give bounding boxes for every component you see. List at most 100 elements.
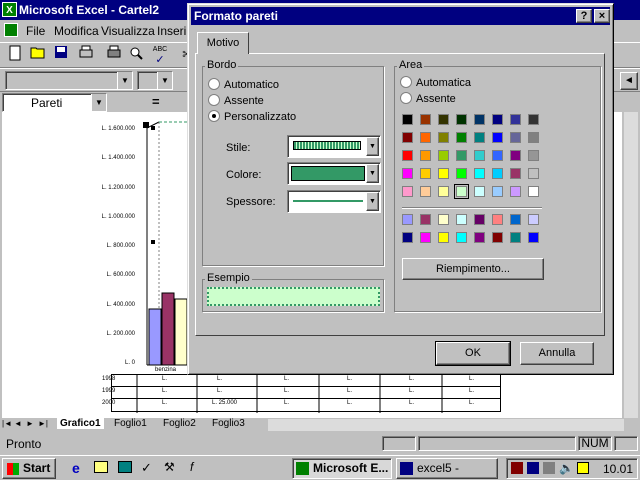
menu-inserisci[interactable]: Inseri (157, 24, 186, 38)
formula-equals[interactable]: = (152, 94, 160, 109)
weight-dropdown[interactable]: ▼ (287, 190, 381, 213)
chevron-down-icon[interactable]: ▼ (91, 94, 106, 111)
color-swatch[interactable] (528, 186, 539, 197)
tray-task-icon[interactable] (543, 462, 555, 474)
close-button[interactable]: × (594, 9, 610, 23)
color-dropdown[interactable]: ▼ (287, 162, 381, 185)
color-swatch[interactable] (438, 168, 449, 179)
color-swatch[interactable] (456, 114, 467, 125)
tab-motivo[interactable]: Motivo (197, 32, 249, 54)
bar-1999[interactable] (161, 292, 175, 366)
excel-app-icon[interactable]: X (2, 2, 17, 17)
horizontal-scrollbar[interactable] (268, 419, 624, 431)
color-swatch[interactable] (510, 114, 521, 125)
color-swatch[interactable] (454, 184, 469, 199)
spellcheck-icon[interactable]: ABC ✓ (150, 45, 170, 66)
color-swatch[interactable] (456, 214, 467, 225)
color-swatch[interactable] (492, 132, 503, 143)
color-swatch[interactable] (492, 150, 503, 161)
color-swatch[interactable] (474, 132, 485, 143)
color-swatch[interactable] (456, 150, 467, 161)
border-automatic-radio[interactable]: Automatico (208, 78, 279, 91)
color-swatch[interactable] (528, 214, 539, 225)
area-none-radio[interactable]: Assente (400, 92, 456, 105)
cancel-button[interactable]: Annulla (520, 342, 594, 365)
color-swatch[interactable] (510, 232, 521, 243)
font-combo[interactable]: ▼ (5, 71, 133, 90)
ok-button[interactable]: OK (435, 341, 511, 366)
tray-network-icon[interactable] (511, 462, 523, 474)
color-swatch[interactable] (438, 186, 449, 197)
menu-visualizza[interactable]: Visualizza (101, 24, 155, 38)
new-file-icon[interactable] (5, 45, 25, 63)
color-swatch[interactable] (492, 114, 503, 125)
color-swatch[interactable] (474, 150, 485, 161)
border-custom-radio[interactable]: Personalizzato (208, 110, 296, 123)
color-swatch[interactable] (510, 214, 521, 225)
tab-foglio2[interactable]: Foglio2 (163, 418, 196, 429)
color-swatch[interactable] (402, 150, 413, 161)
color-swatch[interactable] (438, 232, 449, 243)
toolbar-overflow-button[interactable]: ◄ (620, 72, 638, 90)
color-swatch[interactable] (474, 168, 485, 179)
ie-icon[interactable]: e (72, 460, 80, 476)
color-swatch[interactable] (420, 186, 431, 197)
save-icon[interactable] (51, 45, 71, 63)
color-swatch[interactable] (456, 168, 467, 179)
tab-grafico1[interactable]: Grafico1 (57, 418, 104, 429)
pen-icon[interactable]: f (190, 460, 193, 474)
color-swatch[interactable] (402, 186, 413, 197)
color-swatch[interactable] (438, 132, 449, 143)
tab-foglio1[interactable]: Foglio1 (114, 418, 147, 429)
task-word[interactable]: excel5 - Micro... (396, 458, 498, 479)
color-swatch[interactable] (510, 168, 521, 179)
color-swatch[interactable] (402, 168, 413, 179)
color-swatch[interactable] (420, 150, 431, 161)
color-swatch[interactable] (420, 132, 431, 143)
color-swatch[interactable] (420, 232, 431, 243)
color-swatch[interactable] (402, 132, 413, 143)
tab-nav-first-icon[interactable]: |◄ (2, 419, 12, 428)
outlook-icon[interactable] (94, 461, 108, 473)
vertical-scrollbar[interactable] (624, 112, 638, 418)
tab-nav-prev-icon[interactable]: ◄ (14, 419, 22, 428)
color-swatch[interactable] (528, 232, 539, 243)
color-swatch[interactable] (528, 150, 539, 161)
task-excel[interactable]: Microsoft E... (292, 458, 392, 479)
tray-monitor-icon[interactable] (527, 462, 539, 474)
color-swatch[interactable] (420, 214, 431, 225)
menu-file[interactable]: File (26, 24, 45, 38)
color-swatch[interactable] (510, 150, 521, 161)
chevron-down-icon[interactable]: ▼ (366, 137, 379, 156)
chevron-down-icon[interactable]: ▼ (366, 164, 379, 183)
menu-modifica[interactable]: Modifica (54, 24, 99, 38)
volume-icon[interactable]: 🔈 (559, 461, 574, 475)
color-swatch[interactable] (456, 132, 467, 143)
clock[interactable]: 10.01 (603, 462, 633, 476)
color-swatch[interactable] (474, 114, 485, 125)
tray-keyboard-icon[interactable] (577, 462, 589, 474)
print-icon[interactable] (104, 45, 124, 63)
print-preview-icon[interactable] (76, 45, 96, 63)
magnifier-icon[interactable] (126, 45, 146, 63)
color-swatch[interactable] (438, 214, 449, 225)
color-swatch[interactable] (510, 132, 521, 143)
color-swatch[interactable] (402, 214, 413, 225)
size-combo[interactable]: ▼ (137, 71, 173, 90)
channels-icon[interactable]: ✓ (141, 460, 152, 476)
chevron-down-icon[interactable]: ▼ (157, 72, 172, 89)
color-swatch[interactable] (420, 168, 431, 179)
color-swatch[interactable] (474, 214, 485, 225)
border-none-radio[interactable]: Assente (208, 94, 264, 107)
color-swatch[interactable] (528, 114, 539, 125)
bar-1998[interactable] (148, 308, 162, 366)
fill-effects-button[interactable]: Riempimento... (402, 258, 544, 280)
chevron-down-icon[interactable]: ▼ (117, 72, 132, 89)
chevron-down-icon[interactable]: ▼ (366, 192, 379, 211)
bar-2000[interactable] (174, 298, 188, 366)
color-swatch[interactable] (492, 168, 503, 179)
color-swatch[interactable] (438, 114, 449, 125)
style-dropdown[interactable]: ▼ (287, 135, 381, 158)
color-swatch[interactable] (528, 168, 539, 179)
help-button[interactable]: ? (576, 9, 592, 23)
